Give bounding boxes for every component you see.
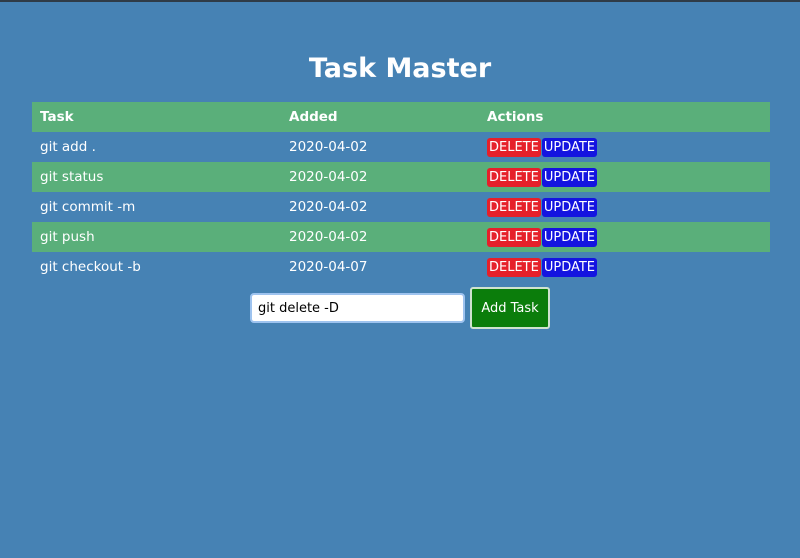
table-row: git add . 2020-04-02 DELETE UPDATE bbox=[32, 132, 770, 162]
table-row: git status 2020-04-02 DELETE UPDATE bbox=[32, 162, 770, 192]
table-header-row: Task Added Actions bbox=[32, 102, 770, 132]
task-name: git push bbox=[32, 222, 281, 252]
delete-button[interactable]: DELETE bbox=[487, 227, 541, 247]
task-added-date: 2020-04-02 bbox=[281, 222, 479, 252]
header-added: Added bbox=[281, 102, 479, 132]
task-actions: DELETE UPDATE bbox=[479, 192, 770, 222]
task-input[interactable] bbox=[250, 293, 465, 323]
table-row: git commit -m 2020-04-02 DELETE UPDATE bbox=[32, 192, 770, 222]
header-task: Task bbox=[32, 102, 281, 132]
task-added-date: 2020-04-02 bbox=[289, 139, 368, 155]
task-added-date: 2020-04-07 bbox=[289, 259, 368, 275]
task-actions: DELETE UPDATE bbox=[479, 132, 770, 162]
update-button[interactable]: UPDATE bbox=[541, 257, 598, 277]
update-button[interactable]: UPDATE bbox=[541, 137, 598, 157]
task-added-date: 2020-04-02 bbox=[281, 162, 479, 192]
delete-button[interactable]: DELETE bbox=[487, 137, 541, 157]
page-title: Task Master bbox=[308, 53, 492, 84]
task-table: Task Added Actions git add . 2020-04-02 … bbox=[32, 102, 770, 282]
add-task-form: Add Task bbox=[250, 287, 550, 329]
task-name: git status bbox=[32, 162, 281, 192]
task-name: git add . bbox=[40, 139, 96, 155]
update-button[interactable]: UPDATE bbox=[541, 197, 598, 217]
update-button[interactable]: UPDATE bbox=[541, 167, 598, 187]
table-row: git checkout -b 2020-04-07 DELETE UPDATE bbox=[32, 252, 770, 282]
task-actions: DELETE UPDATE bbox=[479, 162, 770, 192]
task-name: git checkout -b bbox=[40, 259, 141, 275]
delete-button[interactable]: DELETE bbox=[487, 197, 541, 217]
delete-button[interactable]: DELETE bbox=[487, 167, 541, 187]
task-actions: DELETE UPDATE bbox=[479, 252, 770, 282]
task-name: git commit -m bbox=[40, 199, 136, 215]
header-actions: Actions bbox=[479, 102, 770, 132]
task-added-date: 2020-04-02 bbox=[289, 199, 368, 215]
task-actions: DELETE UPDATE bbox=[479, 222, 770, 252]
add-task-button[interactable]: Add Task bbox=[470, 287, 550, 329]
table-row: git push 2020-04-02 DELETE UPDATE bbox=[32, 222, 770, 252]
delete-button[interactable]: DELETE bbox=[487, 257, 541, 277]
update-button[interactable]: UPDATE bbox=[541, 227, 598, 247]
